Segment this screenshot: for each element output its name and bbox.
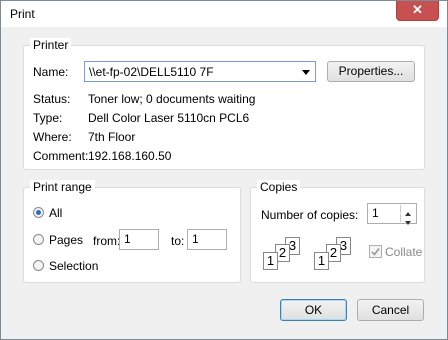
selection-label: Selection (49, 259, 99, 273)
copies-spinner[interactable]: 1 (367, 203, 417, 225)
printer-name-value: \\et-fp-02\DELL5110 7F (89, 65, 214, 79)
pages-label: Pages (49, 233, 84, 247)
all-label: All (49, 206, 63, 220)
number-of-copies-label: Number of copies: (261, 208, 359, 222)
type-value: Dell Color Laser 5110cn PCL6 (88, 111, 250, 125)
comment-value: 192.168.160.50 (88, 149, 172, 163)
collate-label: Collate (385, 245, 423, 259)
dropdown-arrow-icon (302, 70, 310, 75)
title-bar: Print ✕ (1, 1, 447, 27)
properties-label: Properties... (338, 64, 404, 78)
selection-radio[interactable] (33, 260, 44, 271)
close-icon: ✕ (412, 2, 423, 17)
window-title: Print (10, 7, 35, 21)
to-value: 1 (192, 232, 199, 246)
spin-up-icon[interactable] (400, 205, 415, 216)
print-range-legend: Print range (30, 180, 95, 194)
collate-illustration-icon: 3 2 1 (263, 237, 308, 273)
ok-label: OK (304, 303, 323, 317)
pages-radio[interactable] (33, 234, 44, 245)
ok-button[interactable]: OK (280, 299, 347, 321)
close-button[interactable]: ✕ (396, 1, 439, 21)
from-value: 1 (124, 232, 131, 246)
properties-button[interactable]: Properties... (327, 61, 415, 82)
printer-name-select[interactable]: \\et-fp-02\DELL5110 7F (84, 61, 316, 82)
copies-value: 1 (372, 206, 379, 220)
status-value: Toner low; 0 documents waiting (88, 92, 256, 106)
copies-legend: Copies (257, 180, 301, 194)
spin-down-icon[interactable] (400, 214, 415, 225)
type-label: Type: (33, 111, 63, 125)
comment-label: Comment: (33, 149, 89, 163)
status-label: Status: (33, 92, 71, 106)
to-label: to: (171, 234, 185, 248)
where-value: 7th Floor (88, 130, 136, 144)
all-radio[interactable] (33, 207, 44, 218)
where-label: Where: (33, 130, 72, 144)
collate-illustration-icon: 3 2 1 (314, 237, 359, 273)
cancel-label: Cancel (371, 303, 410, 317)
from-input[interactable]: 1 (119, 229, 159, 250)
collate-checkbox[interactable] (369, 245, 382, 258)
to-input[interactable]: 1 (187, 229, 227, 250)
printer-legend: Printer (30, 38, 72, 52)
printer-name-label: Name: (33, 65, 69, 79)
print-dialog: Print ✕ Printer Name: \\et-fp-02\DELL511… (0, 0, 448, 340)
checkmark-icon (371, 248, 380, 256)
cancel-button[interactable]: Cancel (357, 299, 424, 321)
from-label: from: (93, 234, 121, 248)
